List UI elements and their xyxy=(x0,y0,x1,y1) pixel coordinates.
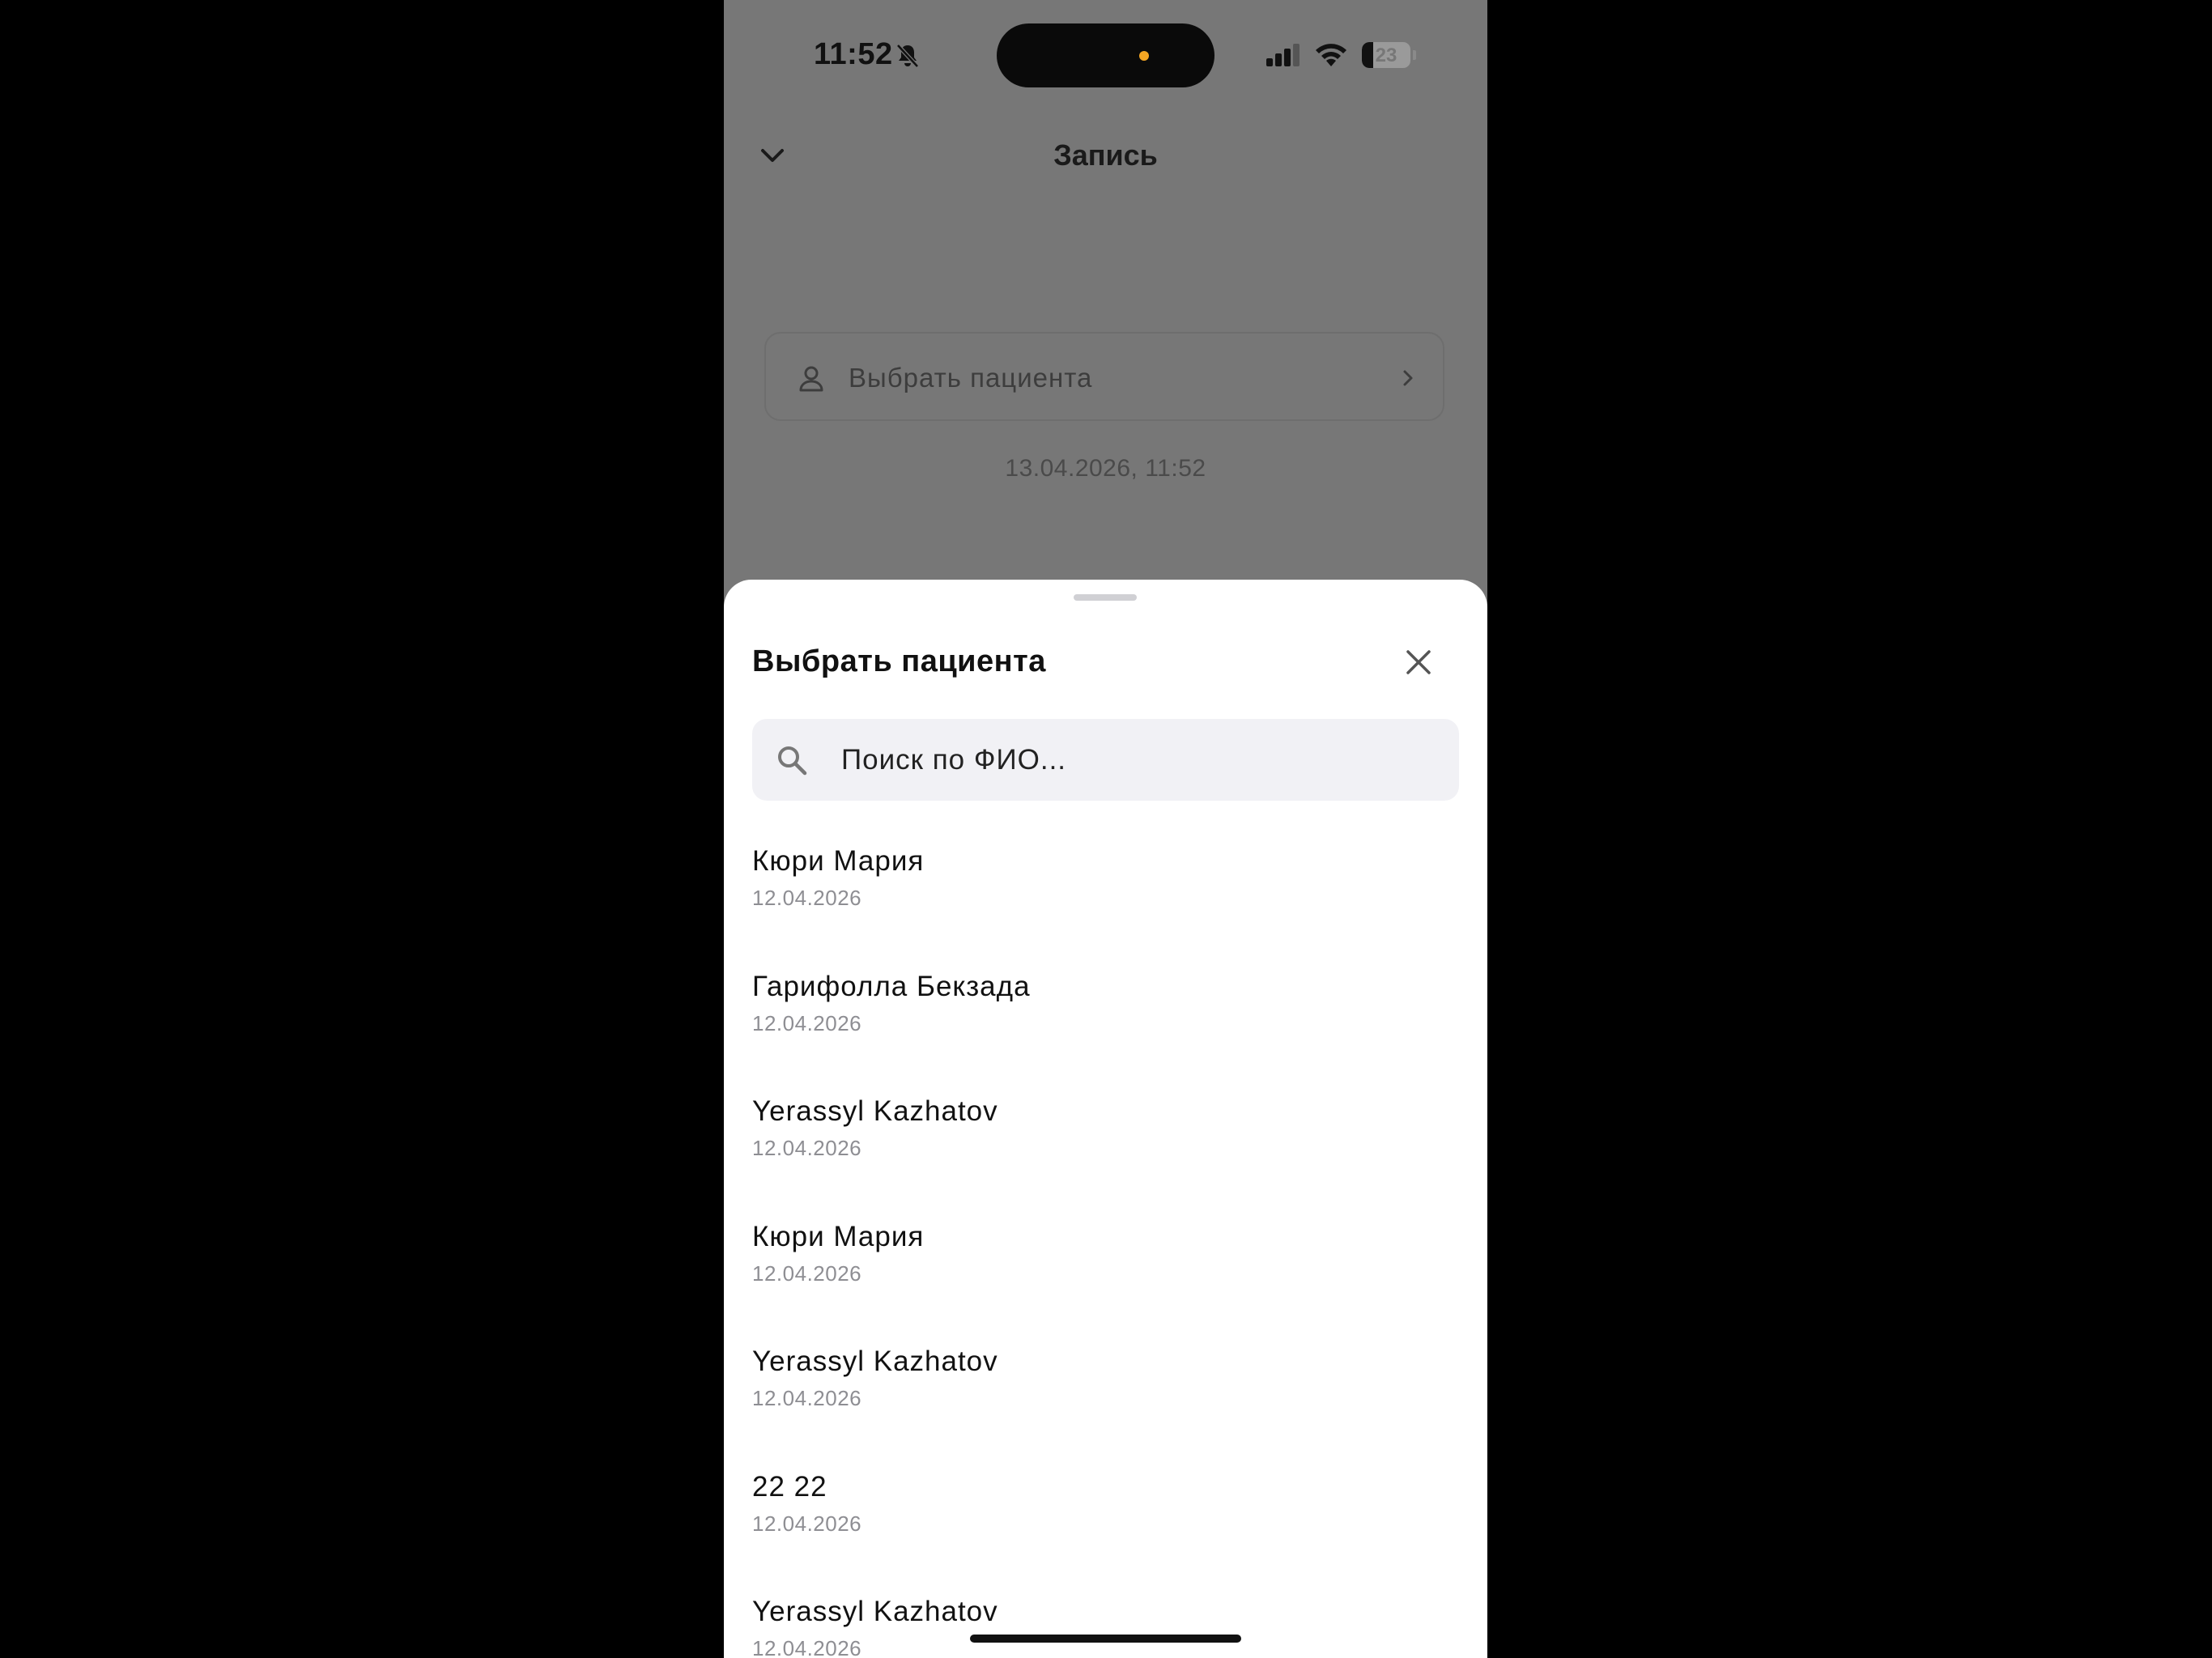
patient-list-item[interactable]: Гарифолла Бекзада 12.04.2026 xyxy=(752,946,1459,1072)
person-icon xyxy=(799,366,823,392)
search-box[interactable] xyxy=(752,719,1459,801)
patient-name: Yerassyl Kazhatov xyxy=(752,1095,998,1127)
select-patient-button[interactable]: Выбрать пациента xyxy=(764,332,1444,421)
patient-list-item[interactable]: Кюри Мария 12.04.2026 xyxy=(752,821,1459,946)
patient-picker-sheet: Выбрать пациента Кюри Мария12.04.2026Гар… xyxy=(724,580,1487,1658)
patient-date: 12.04.2026 xyxy=(752,1386,862,1410)
search-input[interactable] xyxy=(841,719,1424,801)
wifi-icon xyxy=(1316,44,1346,66)
patient-name: Yerassyl Kazhatov xyxy=(752,1346,998,1377)
patient-date: 12.04.2026 xyxy=(752,886,862,910)
select-patient-label: Выбрать пациента xyxy=(849,363,1093,393)
sheet-grabber[interactable] xyxy=(1074,594,1137,601)
battery-cap xyxy=(1413,50,1416,60)
patient-date: 12.04.2026 xyxy=(752,1511,862,1536)
home-indicator[interactable] xyxy=(970,1635,1241,1643)
patient-name: Yerassyl Kazhatov xyxy=(752,1596,998,1627)
patient-name: Кюри Мария xyxy=(752,1220,925,1252)
signal-icon xyxy=(1266,44,1300,66)
patient-name: 22 22 xyxy=(752,1470,827,1503)
patient-name: Гарифолла Бекзада xyxy=(752,970,1031,1002)
search-icon xyxy=(778,746,807,776)
dynamic-island xyxy=(997,23,1214,87)
phone-screen: 11:52 23 Запись Выбрать пациента 13.04.2… xyxy=(724,0,1487,1658)
close-button[interactable] xyxy=(1396,640,1441,685)
patient-list-item[interactable]: Yerassyl Kazhatov 12.04.2026 xyxy=(752,1571,1459,1658)
patient-list-item[interactable]: Кюри Мария 12.04.2026 xyxy=(752,1197,1459,1322)
patient-name: Кюри Мария xyxy=(752,845,925,877)
patient-date: 12.04.2026 xyxy=(752,1636,862,1658)
battery-percent: 23 xyxy=(1375,45,1397,66)
patient-date: 12.04.2026 xyxy=(752,1010,862,1035)
chevron-right-icon xyxy=(1403,370,1413,386)
patient-date: 12.04.2026 xyxy=(752,1261,862,1286)
privacy-indicator-dot xyxy=(1139,51,1149,61)
sheet-title: Выбрать пациента xyxy=(752,644,1046,678)
patient-list: Кюри Мария 12.04.2026 Гарифолла Бекзада 12.… xyxy=(752,821,1459,1658)
patient-list-item[interactable]: Yerassyl Kazhatov 12.04.2026 xyxy=(752,1071,1459,1197)
page-title: Запись xyxy=(1053,138,1158,172)
battery-icon: 23 xyxy=(1362,42,1410,68)
patient-list-item[interactable]: Yerassyl Kazhatov 12.04.2026 xyxy=(752,1321,1459,1447)
status-time: 11:52 xyxy=(814,37,893,71)
patient-list-item[interactable]: 22 22 12.04.2026 xyxy=(752,1447,1459,1572)
bell-slash-icon xyxy=(896,44,919,68)
close-icon xyxy=(1406,650,1431,674)
patient-date: 12.04.2026 xyxy=(752,1136,862,1160)
record-datetime: 13.04.2026, 11:52 xyxy=(1005,455,1206,482)
